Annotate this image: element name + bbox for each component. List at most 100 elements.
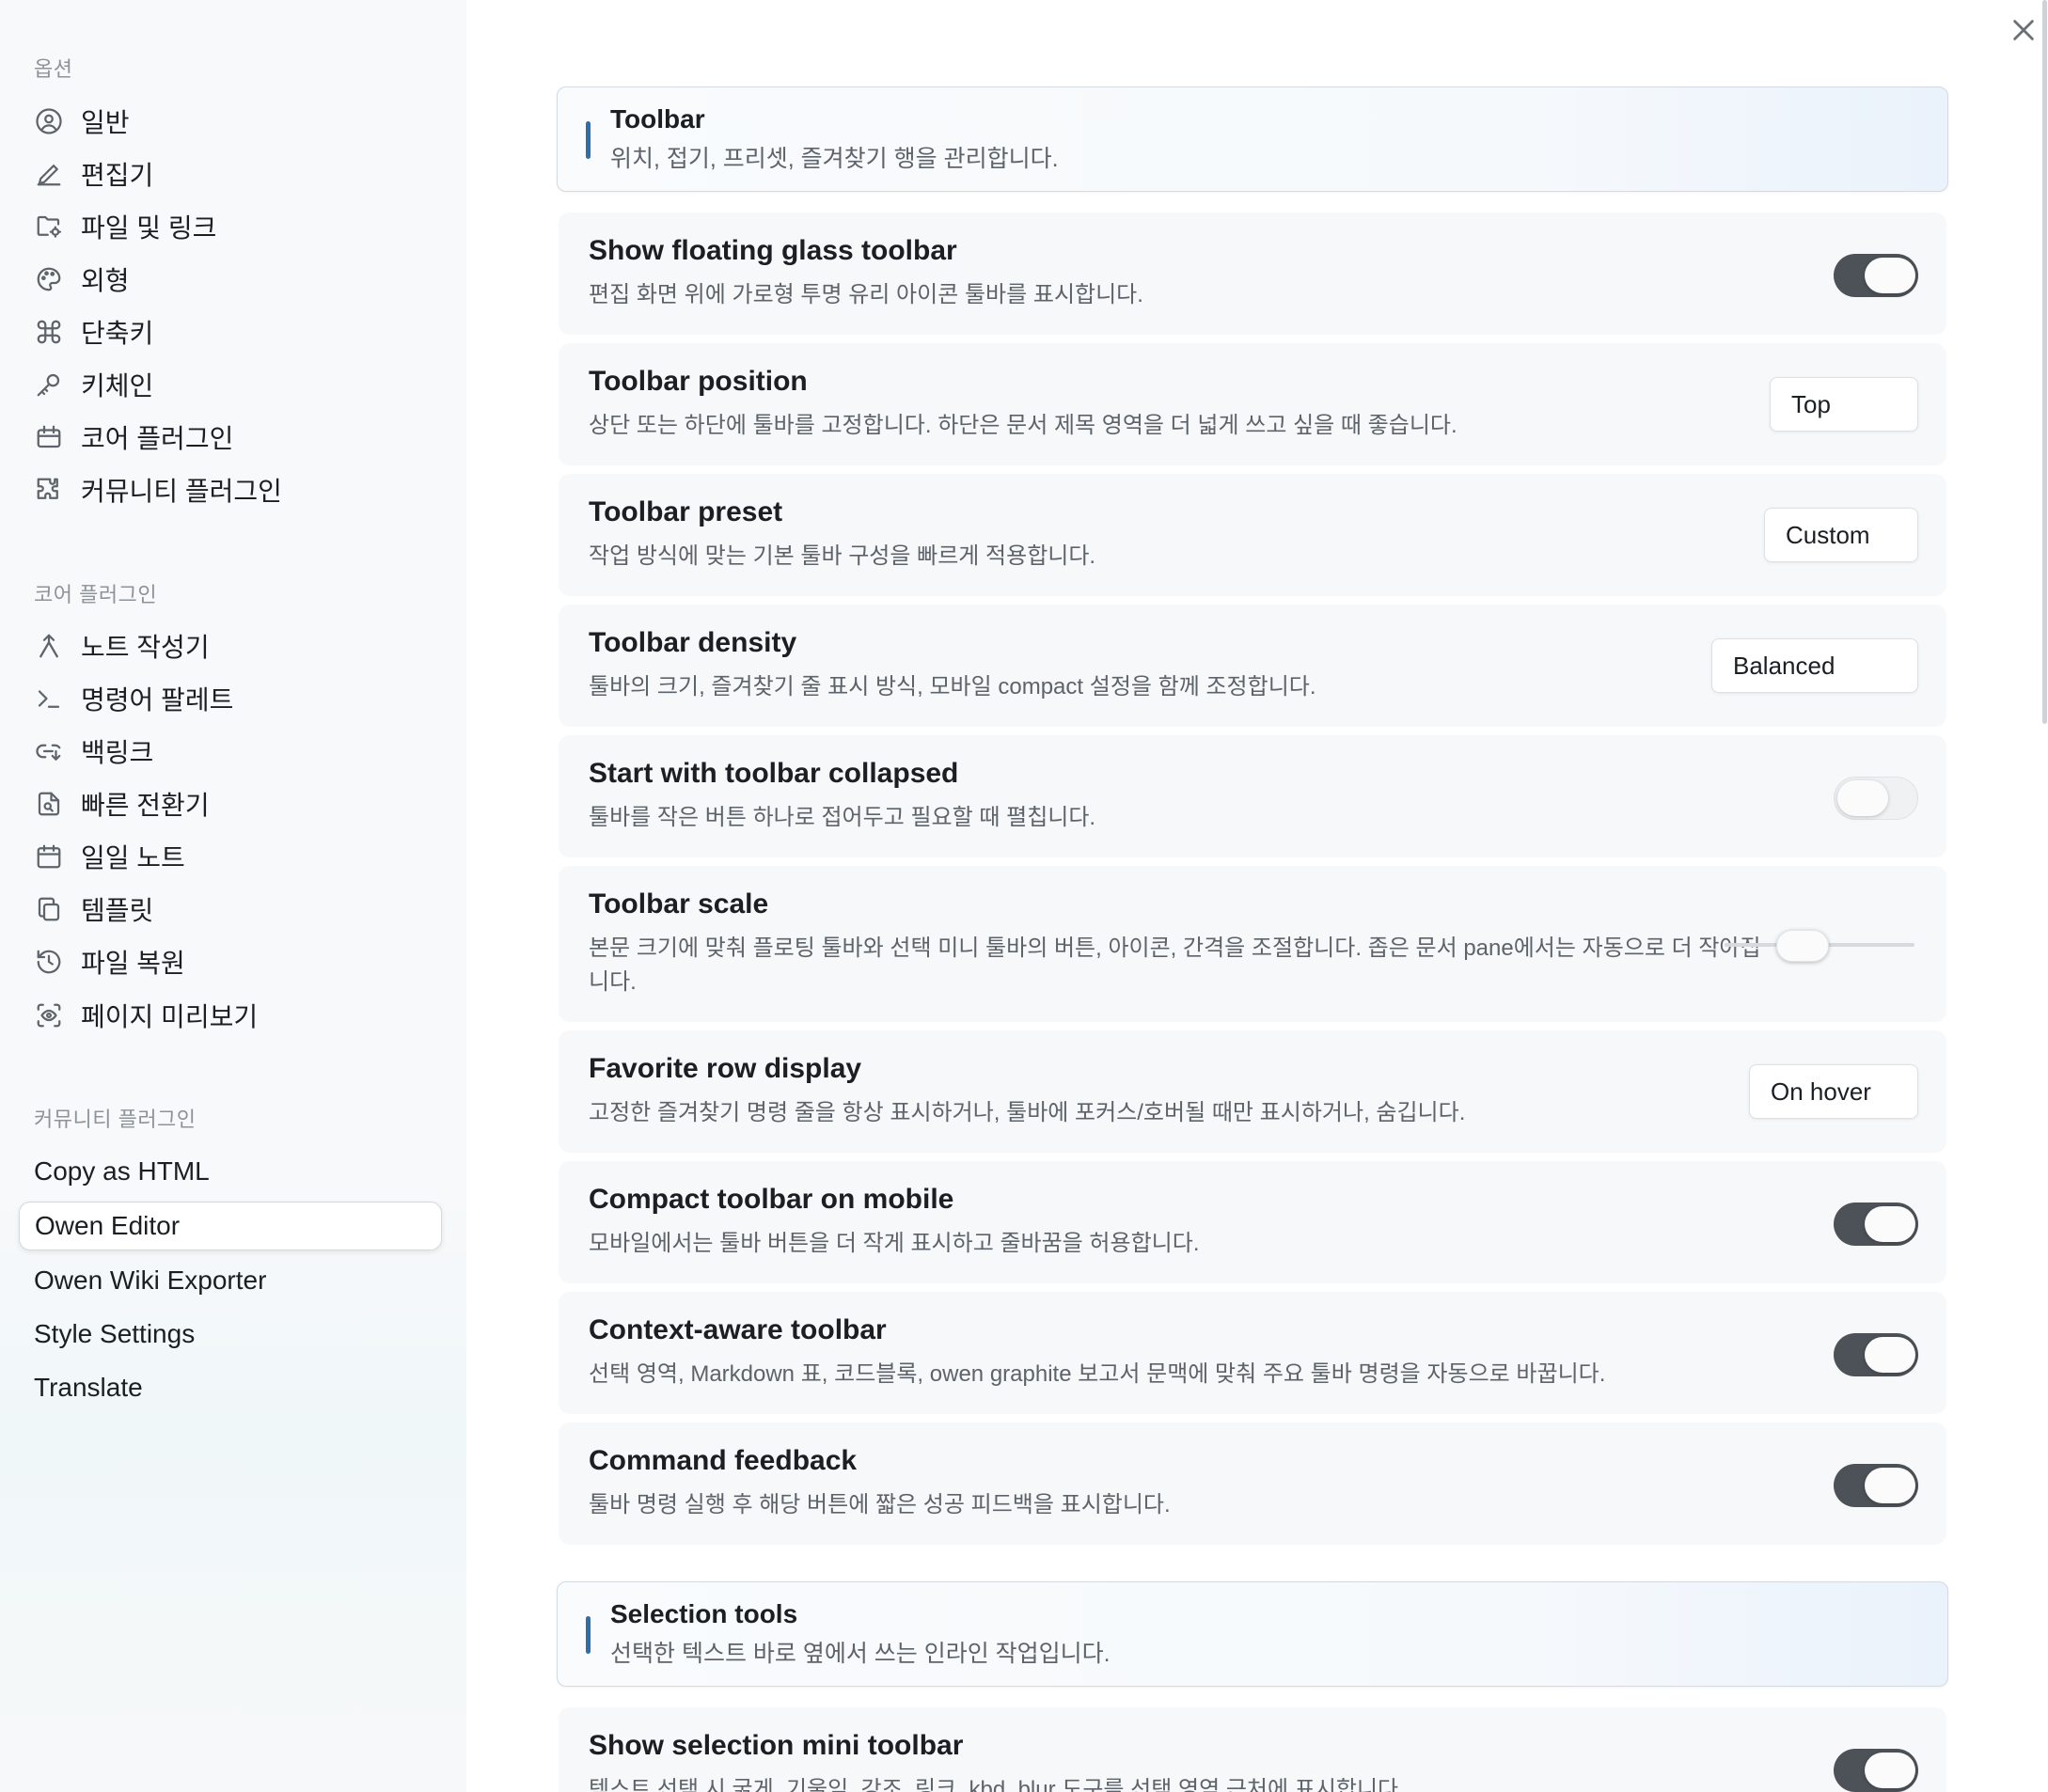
sidebar-item-translate[interactable]: Translate — [19, 1363, 442, 1412]
setting-row-toolbar-scale: Toolbar scale 본문 크기에 맞춰 플로팅 툴바와 선택 미니 툴바… — [559, 866, 1946, 1022]
setting-description: 고정한 즐겨찾기 명령 줄을 항상 표시하거나, 툴바에 포커스/호버될 때만 … — [589, 1100, 1466, 1125]
sidebar-item-label: 페이지 미리보기 — [81, 1002, 259, 1031]
setting-row-command-feedback: Command feedback 툴바 명령 실행 후 해당 버튼에 짧은 성공… — [559, 1423, 1946, 1545]
setting-row-compact-mobile: Compact toolbar on mobile 모바일에서는 툴바 버튼을 … — [559, 1161, 1946, 1283]
setting-row-floating-toolbar: Show floating glass toolbar 편집 화면 위에 가로형… — [559, 212, 1946, 335]
setting-row-favorite-row-display: Favorite row display 고정한 즐겨찾기 명령 줄을 항상 표… — [559, 1030, 1946, 1153]
context-aware-toggle[interactable] — [1834, 1333, 1918, 1376]
sidebar-heading-core-plugins: 코어 플러그인 — [34, 583, 158, 606]
selection-mini-toolbar-toggle[interactable] — [1834, 1749, 1918, 1792]
sidebar-item-quick-switcher[interactable]: 빠른 전환기 — [19, 779, 442, 828]
setting-title: Toolbar preset — [589, 496, 783, 527]
sidebar-item-command-palette[interactable]: 명령어 팔레트 — [19, 674, 442, 723]
toolbar-position-dropdown[interactable]: Top — [1770, 377, 1918, 432]
toolbar-preset-dropdown[interactable]: Custom — [1764, 508, 1918, 562]
sidebar-item-label: Copy as HTML — [34, 1156, 210, 1186]
toggle-knob — [1865, 1468, 1915, 1503]
sidebar-item-files-links[interactable]: 파일 및 링크 — [19, 202, 442, 251]
slider-thumb[interactable] — [1776, 930, 1829, 962]
copy-icon — [34, 894, 64, 924]
section-description: 선택한 텍스트 바로 옆에서 쓰는 인라인 작업입니다. — [610, 1641, 1111, 1667]
scan-eye-icon — [34, 1000, 64, 1030]
sidebar-item-general[interactable]: 일반 — [19, 97, 442, 146]
section-description: 위치, 접기, 프리셋, 즐겨찾기 행을 관리합니다. — [610, 146, 1059, 172]
sidebar-item-label: 파일 및 링크 — [81, 213, 217, 243]
setting-title: Command feedback — [589, 1445, 858, 1476]
toolbar-scale-slider[interactable] — [1725, 926, 1914, 964]
sidebar-item-core-plugins[interactable]: 코어 플러그인 — [19, 413, 442, 462]
setting-title: Toolbar scale — [589, 888, 769, 920]
sidebar-item-appearance[interactable]: 외형 — [19, 255, 442, 304]
setting-row-toolbar-preset: Toolbar preset 작업 방식에 맞는 기본 툴바 구성을 빠르게 적… — [559, 474, 1946, 596]
sidebar-heading-options: 옵션 — [34, 57, 73, 81]
command-feedback-toggle[interactable] — [1834, 1464, 1918, 1507]
setting-title: Toolbar density — [589, 627, 797, 658]
toggle-knob — [1865, 258, 1915, 293]
scrollbar[interactable] — [2042, 0, 2047, 724]
terminal-icon — [34, 684, 64, 714]
sidebar-item-keychain[interactable]: 키체인 — [19, 360, 442, 409]
close-icon — [2013, 20, 2034, 40]
sidebar-item-hotkeys[interactable]: 단축키 — [19, 307, 442, 356]
setting-title: Start with toolbar collapsed — [589, 758, 959, 789]
sidebar-item-label: 명령어 팔레트 — [81, 685, 234, 715]
setting-title: Toolbar position — [589, 366, 808, 397]
sidebar-item-owen-wiki-exporter[interactable]: Owen Wiki Exporter — [19, 1256, 442, 1305]
sidebar-item-community-plugins[interactable]: 커뮤니티 플러그인 — [19, 465, 442, 514]
history-icon — [34, 947, 64, 977]
palette-icon — [34, 264, 64, 294]
section-accent-bar — [586, 121, 591, 159]
sidebar-item-editor[interactable]: 편집기 — [19, 149, 442, 198]
command-icon — [34, 317, 64, 347]
sidebar-heading-community-plugins: 커뮤니티 플러그인 — [34, 1108, 197, 1131]
favorite-row-display-dropdown[interactable]: On hover — [1749, 1064, 1918, 1119]
compact-mobile-toggle[interactable] — [1834, 1203, 1918, 1246]
sidebar-item-label: 빠른 전환기 — [81, 791, 210, 820]
floating-toolbar-toggle[interactable] — [1834, 254, 1918, 297]
sidebar-item-templates[interactable]: 템플릿 — [19, 885, 442, 934]
toolbar-density-dropdown[interactable]: Balanced — [1711, 638, 1918, 693]
start-collapsed-toggle[interactable] — [1834, 777, 1918, 820]
sidebar-item-note-composer[interactable]: 노트 작성기 — [19, 621, 442, 670]
sidebar-item-label: 키체인 — [81, 371, 154, 401]
setting-title: Show floating glass toolbar — [589, 235, 957, 266]
close-button[interactable] — [2007, 13, 2040, 47]
sidebar-item-label: 코어 플러그인 — [81, 424, 234, 453]
sidebar-item-label: 백링크 — [81, 738, 154, 767]
sidebar-item-owen-editor[interactable]: Owen Editor — [19, 1202, 442, 1250]
setting-description: 편집 화면 위에 가로형 투명 유리 아이콘 툴바를 표시합니다. — [589, 282, 1143, 307]
puzzle-icon — [34, 475, 64, 505]
sidebar-item-backlinks[interactable]: 백링크 — [19, 727, 442, 776]
setting-title: Compact toolbar on mobile — [589, 1184, 954, 1215]
sidebar-item-label: 커뮤니티 플러그인 — [81, 477, 282, 506]
setting-description: 상단 또는 하단에 툴바를 고정합니다. 하단은 문서 제목 영역을 더 넓게 … — [589, 413, 1457, 438]
sidebar-item-label: 외형 — [81, 266, 130, 295]
settings-sidebar: 옵션 일반 편집기 파일 및 링크 외형 단축키 키체인 코어 플러그인 커뮤니… — [0, 0, 466, 1792]
setting-row-selection-mini-toolbar: Show selection mini toolbar 텍스트 선택 시 굵게,… — [559, 1707, 1946, 1792]
section-title: Selection tools — [610, 1599, 798, 1628]
section-header-toolbar: Toolbar 위치, 접기, 프리셋, 즐겨찾기 행을 관리합니다. — [557, 86, 1948, 192]
toggle-knob — [1865, 1337, 1915, 1373]
section-title: Toolbar — [610, 104, 705, 134]
setting-description: 모바일에서는 툴바 버튼을 더 작게 표시하고 줄바꿈을 허용합니다. — [589, 1231, 1200, 1256]
toggle-knob — [1865, 1206, 1915, 1242]
sidebar-item-daily-notes[interactable]: 일일 노트 — [19, 832, 442, 881]
sidebar-item-label: Style Settings — [34, 1319, 196, 1348]
sidebar-item-file-recovery[interactable]: 파일 복원 — [19, 937, 442, 986]
setting-description: 툴바의 크기, 즐겨찾기 줄 표시 방식, 모바일 compact 설정을 함께… — [589, 674, 1316, 700]
calendar-box-icon — [34, 422, 64, 452]
sidebar-item-label: 편집기 — [81, 161, 154, 190]
section-accent-bar — [586, 1616, 591, 1654]
setting-row-toolbar-density: Toolbar density 툴바의 크기, 즐겨찾기 줄 표시 방식, 모바… — [559, 605, 1946, 727]
sidebar-item-style-settings[interactable]: Style Settings — [19, 1310, 442, 1359]
sidebar-item-page-preview[interactable]: 페이지 미리보기 — [19, 991, 442, 1040]
link-back-icon — [34, 736, 64, 766]
setting-title: Favorite row display — [589, 1053, 862, 1084]
merge-arrow-icon — [34, 631, 64, 661]
calendar-icon — [34, 841, 64, 872]
setting-row-toolbar-position: Toolbar position 상단 또는 하단에 툴바를 고정합니다. 하단… — [559, 343, 1946, 465]
sidebar-item-copy-as-html[interactable]: Copy as HTML — [19, 1147, 442, 1196]
settings-window: 옵션 일반 편집기 파일 및 링크 외형 단축키 키체인 코어 플러그인 커뮤니… — [0, 0, 2048, 1792]
setting-description: 선택 영역, Markdown 표, 코드블록, owen graphite 보… — [589, 1361, 1606, 1387]
setting-description: 툴바를 작은 버튼 하나로 접어두고 필요할 때 펼칩니다. — [589, 805, 1096, 830]
